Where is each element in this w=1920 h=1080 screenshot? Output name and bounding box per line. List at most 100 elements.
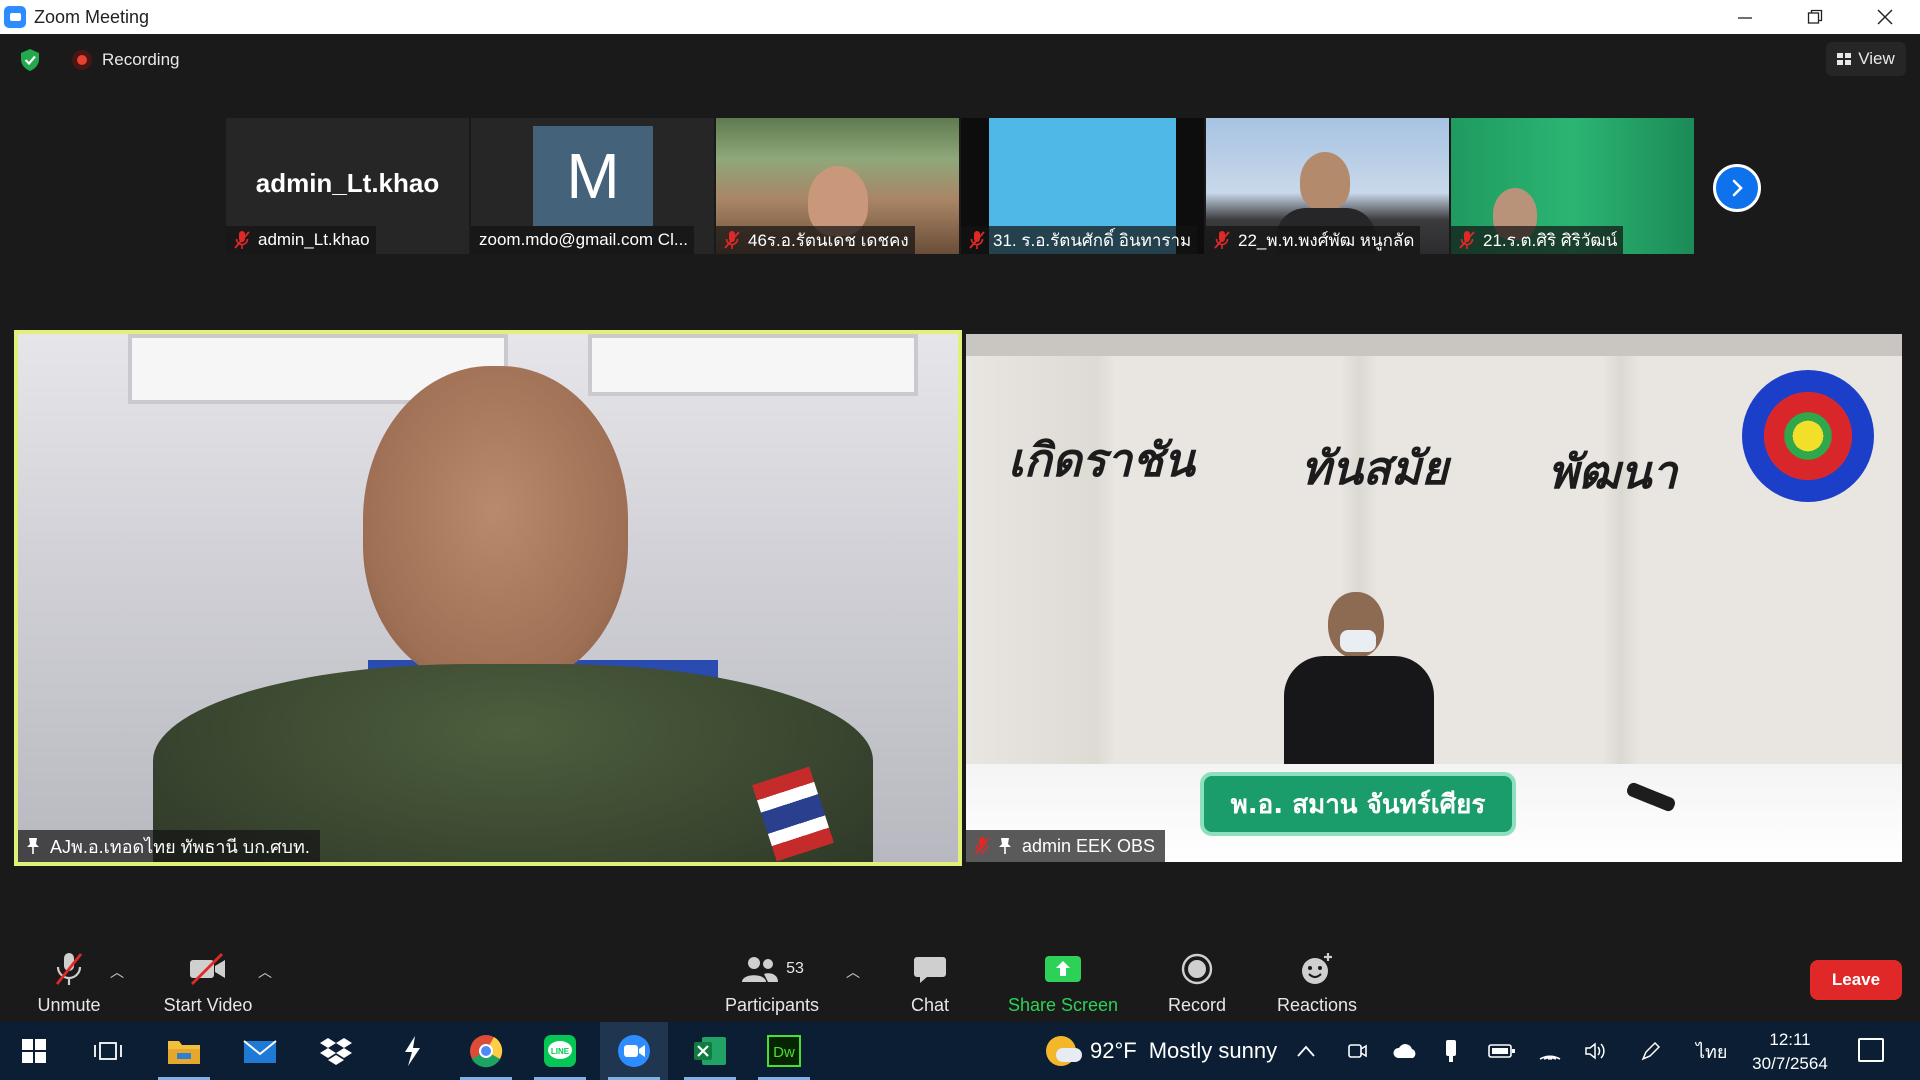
volume-tray-icon[interactable] [1584,1022,1608,1080]
wall-text: เกิดราชัน [1008,433,1195,487]
active-speaker-video[interactable]: AJพ.อ.เทอดไทย ทัพธานี บก.ศบท. [14,330,962,866]
participant-label: zoom.mdo@gmail.com Cl... [479,230,689,249]
meeting-area: Recording View admin_Lt.khao admin_Lt.kh… [0,34,1920,1022]
reactions-button[interactable]: Reactions [1270,940,1364,1022]
record-button[interactable]: Record [1160,940,1234,1022]
svg-text:LINE: LINE [551,1047,570,1056]
mic-muted-icon [1459,231,1475,249]
meeting-toolbar: Unmute ︿ Start Video ︿ 53 Participants ︿… [0,940,1920,1022]
participant-video[interactable]: เกิดราชัน ทันสมัย พัฒนา พ.อ. สมาน จันทร์… [966,334,1902,862]
line-app-icon: LINE [544,1035,576,1067]
pin-icon [27,838,39,854]
show-hidden-icons-button[interactable] [1296,1022,1316,1080]
participant-thumbnail[interactable]: 21.ร.ต.ศิริ ศิริวัฒน์ [1451,118,1694,254]
video-options-chevron-icon[interactable]: ︿ [258,962,272,982]
dropbox-icon [320,1038,352,1065]
windows-start-button[interactable] [0,1022,68,1080]
app-taskbar-button[interactable] [378,1022,446,1080]
chat-button[interactable]: Chat [900,940,960,1022]
participants-options-chevron-icon[interactable]: ︿ [846,962,860,982]
zoom-icon [618,1035,650,1067]
chat-label: Chat [910,995,950,1015]
mail-taskbar-button[interactable] [226,1022,294,1080]
restore-button[interactable] [1780,0,1850,34]
mic-muted-icon [1214,231,1230,249]
participant-label: admin_Lt.khao [258,230,370,249]
speaker-icon [1585,1042,1605,1060]
participant-thumbnail[interactable]: 22_พ.ท.พงศ์พัฒ หนูกลัด [1206,118,1449,254]
participant-name-tag: 46ร.อ.รัตนเดช เดชคง [716,226,915,254]
participant-thumbnail[interactable]: 31. ร.อ.รัตนศักดิ์ อินทาราม [961,118,1204,254]
mail-icon [243,1040,277,1063]
mic-muted-icon [234,231,250,249]
next-page-button[interactable] [1713,164,1761,212]
task-view-button[interactable] [74,1022,142,1080]
recording-label: Recording [102,50,180,69]
usb-tray-icon[interactable] [1442,1022,1460,1080]
participant-name-tag: zoom.mdo@gmail.com Cl... [471,226,695,254]
chrome-icon [470,1035,503,1068]
battery-tray-icon[interactable] [1488,1022,1516,1080]
meet-now-tray-icon[interactable] [1346,1022,1368,1080]
clock-date: 30/7/2564 [1752,1054,1828,1073]
mic-muted-icon [724,231,740,249]
grid-view-icon [1837,53,1852,65]
task-view-icon [94,1042,122,1060]
view-button[interactable]: View [1826,42,1906,76]
wall-text: ทันสมัย [1301,441,1449,495]
clock-time: 12:11 [1769,1030,1811,1049]
weather-widget[interactable]: 92°F Mostly sunny [1046,1022,1277,1080]
dropbox-taskbar-button[interactable] [302,1022,370,1080]
chrome-taskbar-button[interactable] [452,1022,520,1080]
zoom-taskbar-button[interactable] [600,1022,668,1080]
participant-name-tag: 22_พ.ท.พงศ์พัฒ หนูกลัด [1206,226,1421,254]
pen-tray-icon[interactable] [1640,1022,1662,1080]
participant-thumbnail[interactable]: 46ร.อ.รัตนเดช เดชคง [716,118,959,254]
window-titlebar: Zoom Meeting [0,0,1920,34]
record-label: Record [1167,995,1227,1015]
notification-center-icon[interactable] [1858,1038,1884,1062]
share-screen-button[interactable]: Share Screen [1002,940,1124,1022]
record-icon [1181,953,1213,985]
leave-meeting-button[interactable]: Leave [1810,960,1902,1000]
pen-icon [1641,1041,1661,1061]
meeting-status: Recording [16,46,180,74]
taskbar-clock[interactable]: 12:11 30/7/2564 [1740,1028,1840,1076]
input-language-indicator[interactable]: ไทย [1696,1022,1727,1080]
participant-name-tag: AJพ.อ.เทอดไทย ทัพธานี บก.ศบท. [18,830,320,862]
mic-muted-icon [969,231,985,249]
onedrive-tray-icon[interactable] [1392,1022,1418,1080]
unmute-button[interactable]: Unmute [32,940,106,1022]
participant-thumbnail[interactable]: M zoom.mdo@gmail.com Cl... [471,118,714,254]
avatar: M [533,126,653,226]
ceiling-light [588,334,918,396]
file-explorer-taskbar-button[interactable] [150,1022,218,1080]
participant-thumbnail[interactable]: admin_Lt.khao admin_Lt.khao [226,118,469,254]
participants-button[interactable]: 53 Participants [718,940,826,1022]
start-video-button[interactable]: Start Video [160,940,256,1022]
start-video-label: Start Video [163,995,253,1015]
wifi-tray-icon[interactable] [1538,1022,1562,1080]
dreamweaver-icon: Dw [767,1035,801,1067]
window-title: Zoom Meeting [34,6,150,27]
line-taskbar-button[interactable]: LINE [526,1022,594,1080]
windows-taskbar: LINE Dw 92°F Mostly sunny ไทย 12:11 30/7… [0,1022,1920,1080]
participant-name-tag: 21.ร.ต.ศิริ ศิริวัฒน์ [1451,226,1624,254]
audio-options-chevron-icon[interactable]: ︿ [110,962,124,982]
minimize-button[interactable] [1710,0,1780,34]
cloud-icon [1393,1044,1416,1058]
zoom-app-icon [4,6,26,28]
participant-name-tag: admin_Lt.khao [226,226,376,254]
close-button[interactable] [1850,0,1920,34]
ceiling [966,334,1902,356]
close-icon [1877,9,1893,25]
weather-temperature: 92°F [1090,1038,1137,1063]
excel-icon [694,1037,726,1065]
dreamweaver-taskbar-button[interactable]: Dw [750,1022,818,1080]
security-shield-icon[interactable] [16,46,44,74]
excel-taskbar-button[interactable] [676,1022,744,1080]
mic-muted-icon [974,837,990,855]
participants-count: 53 [786,960,804,977]
participant-display-name: admin_Lt.khao [255,168,440,198]
participant-thumbnail-strip: admin_Lt.khao admin_Lt.khao M zoom.mdo@g… [226,118,1694,254]
